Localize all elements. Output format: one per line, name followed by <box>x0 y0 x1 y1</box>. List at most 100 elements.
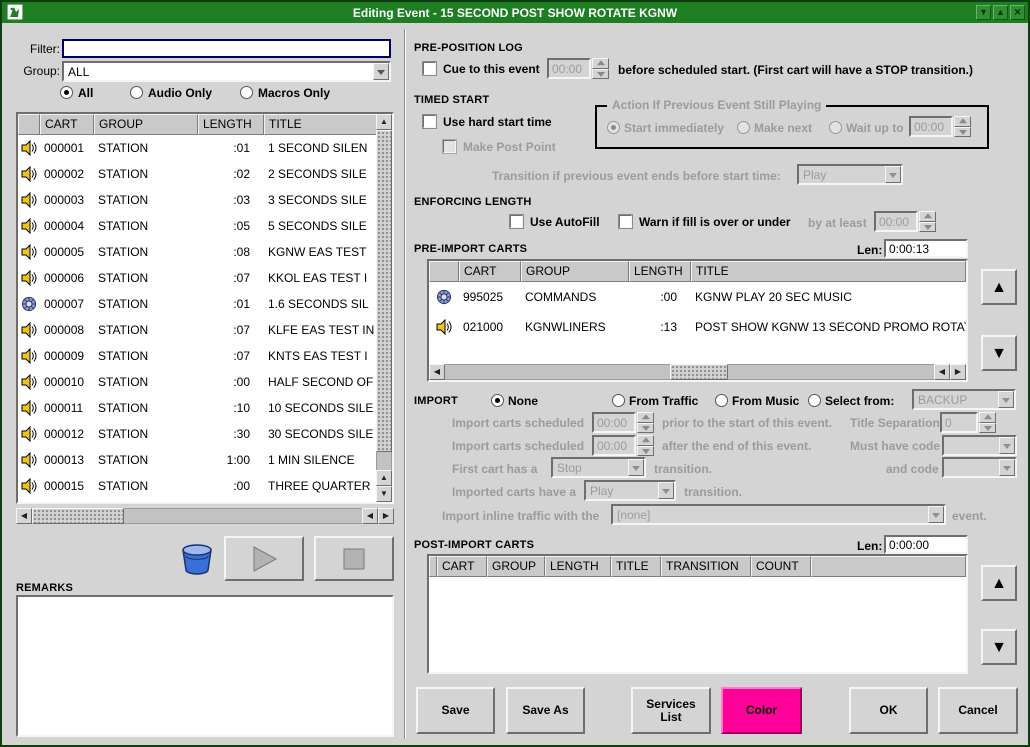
radio-wait-up-to[interactable] <box>829 121 842 134</box>
scroll-right-icon[interactable]: ▶ <box>950 364 966 380</box>
library-hscrollbar[interactable]: ◀ ◀ ▶ <box>16 508 394 524</box>
vscroll-thumb[interactable] <box>376 130 392 452</box>
first-cart-transition-select[interactable]: Stop <box>551 457 646 478</box>
inline-traffic-select[interactable]: [none] <box>611 504 946 525</box>
spin-up-icon[interactable] <box>637 412 654 423</box>
radio-from-music[interactable] <box>715 394 728 407</box>
close-button[interactable]: ✕ <box>1010 5 1025 20</box>
column-header[interactable] <box>429 556 437 577</box>
radio-from-traffic[interactable] <box>612 394 625 407</box>
pre-import-move-up-button[interactable]: ▲ <box>981 269 1017 305</box>
must-have-code-select[interactable] <box>942 435 1017 456</box>
column-header[interactable]: CART <box>437 556 487 577</box>
spin-down-icon[interactable] <box>592 69 609 80</box>
column-header[interactable]: LENGTH <box>545 556 611 577</box>
radio-make-next[interactable] <box>737 121 750 134</box>
spin-down-icon[interactable] <box>954 127 971 138</box>
radio-all[interactable] <box>60 86 73 99</box>
table-row[interactable]: 995025COMMANDS:00KGNW PLAY 20 SEC MUSIC <box>429 282 966 312</box>
use-autofill-checkbox[interactable] <box>510 215 523 228</box>
chevron-down-icon[interactable] <box>999 459 1015 476</box>
save-as-button[interactable]: Save As <box>506 687 585 734</box>
table-row[interactable]: 000005STATION:08KGNW EAS TEST <box>18 239 392 265</box>
table-row[interactable]: 021000KGNWLINERS:13POST SHOW KGNW 13 SEC… <box>429 312 966 342</box>
chevron-down-icon[interactable] <box>373 63 389 80</box>
make-post-point-checkbox[interactable] <box>443 140 456 153</box>
radio-import-none[interactable] <box>491 394 504 407</box>
wait-time-spinner[interactable]: 00:00 <box>909 116 971 137</box>
table-row[interactable]: 000010STATION:00HALF SECOND OF <box>18 369 392 395</box>
table-row[interactable]: 000003STATION:033 SECONDS SILE <box>18 187 392 213</box>
minimize-button[interactable]: ▼ <box>976 5 991 20</box>
filter-input[interactable] <box>62 39 391 58</box>
scroll-left-icon[interactable]: ◀ <box>429 364 445 380</box>
spin-up-icon[interactable] <box>954 116 971 127</box>
table-row[interactable]: 000011STATION:1010 SECONDS SILE <box>18 395 392 421</box>
pre-import-move-down-button[interactable]: ▼ <box>981 335 1017 371</box>
warn-time-spinner[interactable]: 00:00 <box>874 211 936 232</box>
table-row[interactable]: 000007STATION:011.6 SECONDS SIL <box>18 291 392 317</box>
title-separation-spinner[interactable]: 0 <box>940 412 996 433</box>
play-button[interactable] <box>224 536 304 581</box>
scroll-left-icon[interactable]: ◀ <box>16 508 32 524</box>
table-row[interactable]: 000012STATION:3030 SECONDS SILE <box>18 421 392 447</box>
hscroll-thumb[interactable] <box>670 364 728 380</box>
column-header[interactable]: CART <box>459 261 521 282</box>
column-header[interactable]: LENGTH <box>198 114 264 135</box>
remarks-input[interactable] <box>16 595 394 737</box>
transition-select[interactable]: Play <box>797 164 903 185</box>
chevron-down-icon[interactable] <box>885 166 901 183</box>
radio-select-from[interactable] <box>808 394 821 407</box>
save-button[interactable]: Save <box>416 687 495 734</box>
warn-fill-checkbox[interactable] <box>619 215 632 228</box>
chevron-down-icon[interactable] <box>658 482 674 499</box>
prior-time-spinner[interactable]: 00:00 <box>592 412 654 433</box>
hscroll-thumb[interactable] <box>32 508 124 524</box>
column-header[interactable]: COUNT <box>751 556 811 577</box>
radio-start-immediately[interactable] <box>607 121 620 134</box>
spin-up-icon[interactable] <box>919 211 936 222</box>
table-row[interactable]: 000006STATION:07KKOL EAS TEST I <box>18 265 392 291</box>
services-list-button[interactable]: Services List <box>631 687 711 734</box>
spin-down-icon[interactable] <box>637 423 654 434</box>
color-button[interactable]: Color <box>721 687 802 734</box>
after-time-spinner[interactable]: 00:00 <box>592 435 654 456</box>
column-header[interactable]: GROUP <box>94 114 198 135</box>
table-row[interactable]: 000009STATION:07KNTS EAS TEST I <box>18 343 392 369</box>
chevron-down-icon[interactable] <box>998 391 1014 408</box>
spin-down-icon[interactable] <box>979 423 996 434</box>
column-header[interactable] <box>429 261 459 282</box>
and-code-select[interactable] <box>942 457 1017 478</box>
table-row[interactable]: 000001STATION:011 SECOND SILEN <box>18 135 392 161</box>
table-row[interactable]: 000013STATION1:001 MIN SILENCE <box>18 447 392 473</box>
stop-button[interactable] <box>314 536 394 581</box>
post-import-move-up-button[interactable]: ▲ <box>981 565 1017 601</box>
spin-up-icon[interactable] <box>979 412 996 423</box>
cue-time-spinner[interactable]: 00:00 <box>547 58 609 79</box>
library-vscrollbar[interactable]: ▲ ▲ ▼ <box>376 114 392 502</box>
hard-start-checkbox[interactable] <box>423 115 436 128</box>
cancel-button[interactable]: Cancel <box>938 687 1018 734</box>
scroll-up-icon[interactable]: ▲ <box>376 470 392 486</box>
radio-macros-only[interactable] <box>240 86 253 99</box>
spin-down-icon[interactable] <box>637 446 654 457</box>
column-header[interactable]: TITLE <box>611 556 661 577</box>
table-row[interactable]: 000004STATION:055 SECONDS SILE <box>18 213 392 239</box>
column-header[interactable]: TITLE <box>691 261 966 282</box>
chevron-down-icon[interactable] <box>999 437 1015 454</box>
column-header[interactable]: LENGTH <box>629 261 691 282</box>
column-header[interactable] <box>18 114 40 135</box>
column-header[interactable]: TRANSITION <box>661 556 751 577</box>
pre-import-hscrollbar[interactable]: ◀ ◀ ▶ <box>429 364 966 380</box>
chevron-down-icon[interactable] <box>628 459 644 476</box>
radio-audio-only[interactable] <box>130 86 143 99</box>
column-header[interactable]: CART <box>40 114 94 135</box>
column-header[interactable]: GROUP <box>521 261 629 282</box>
column-header[interactable]: TITLE <box>264 114 392 135</box>
scroll-up-icon[interactable]: ▲ <box>376 114 392 130</box>
post-import-move-down-button[interactable]: ▼ <box>981 629 1017 665</box>
scroll-right-icon[interactable]: ▶ <box>378 508 394 524</box>
table-row[interactable]: 000015STATION:00THREE QUARTER <box>18 473 392 499</box>
table-row[interactable]: 000002STATION:022 SECONDS SILE <box>18 161 392 187</box>
group-select[interactable]: ALL <box>62 61 391 82</box>
